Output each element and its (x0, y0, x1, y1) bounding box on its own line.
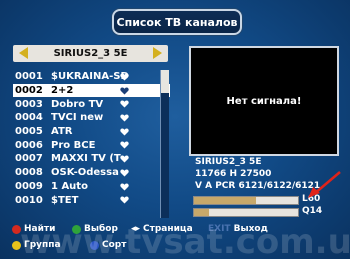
satellite-name: SIRIUS2_3 5E (53, 48, 128, 59)
channel-name: MAXXI TV (T (51, 153, 121, 165)
channel-number: 0010 (15, 194, 43, 206)
channel-name: OSK-Odessa (51, 167, 119, 179)
channel-row[interactable]: 0009 1 Auto (13, 180, 170, 194)
channel-list-screen: Список ТВ каналов SIRIUS2_3 5E 0001 $UKRA… (0, 0, 350, 259)
channel-number: 0003 (15, 98, 43, 110)
channel-name: ATR (51, 126, 73, 138)
channel-name: Dobro TV (51, 98, 104, 110)
channel-row[interactable]: 0006 Pro BCE (13, 138, 170, 152)
scrollbar-thumb[interactable] (161, 70, 169, 93)
satellite-selector[interactable]: SIRIUS2_3 5E (13, 45, 168, 62)
signal-level-fill (194, 197, 257, 204)
channel-number: 0007 (15, 153, 43, 165)
info-pids: V A PCR 6121/6122/6121 (195, 181, 321, 191)
preview-window: Нет сигнала! (189, 46, 339, 156)
no-signal-message: Нет сигнала! (226, 95, 302, 107)
channel-number: 0002 (15, 85, 43, 97)
channel-row[interactable]: 0003 Dobro TV (13, 97, 170, 111)
favorite-heart-icon (120, 196, 129, 204)
channel-list: 0001 $UKRAINA-SD 0002 2+2 0003 Dobro TV 0004 TV… (13, 70, 170, 218)
favorite-heart-icon (120, 114, 129, 122)
signal-quality-label: Q14 (302, 206, 323, 216)
favorite-heart-icon (120, 141, 129, 149)
channel-row[interactable]: 0007 MAXXI TV (T (13, 152, 170, 166)
info-satellite: SIRIUS2_3 5E (195, 157, 262, 167)
channel-name: Pro BCE (51, 139, 96, 151)
channel-number: 0004 (15, 112, 43, 124)
favorite-heart-icon (120, 182, 129, 191)
info-transponder: 11766 H 27500 (195, 169, 272, 179)
favorite-heart-icon (120, 100, 129, 108)
watermark: www.tvsat.com.ua (20, 222, 350, 259)
channel-name: $TET (51, 194, 79, 206)
favorite-heart-icon (120, 169, 129, 177)
channel-number: 0008 (15, 167, 43, 179)
channel-name: $UKRAINA-SD (51, 71, 129, 83)
scrollbar[interactable] (160, 70, 169, 218)
channel-row[interactable]: 0001 $UKRAINA-SD (13, 70, 170, 84)
arrow-left-icon[interactable] (19, 47, 28, 59)
channel-row[interactable]: 0004 TVCI new (13, 111, 170, 125)
channel-name: 2+2 (51, 85, 74, 97)
channel-number: 0009 (15, 180, 43, 192)
favorite-heart-icon (120, 155, 129, 163)
favorite-heart-icon (120, 128, 129, 136)
channel-name: 1 Auto (51, 180, 88, 192)
favorite-heart-icon (120, 73, 129, 81)
page-title: Список ТВ каналов (112, 9, 242, 35)
signal-level-bar (193, 196, 299, 205)
signal-quality-fill (194, 209, 209, 216)
channel-row[interactable]: 0010 $TET (13, 193, 170, 207)
channel-number: 0006 (15, 139, 43, 151)
channel-row[interactable]: 0008 OSK-Odessa (13, 166, 170, 180)
channel-name: TVCI new (51, 112, 104, 124)
arrow-right-icon[interactable] (153, 47, 162, 59)
channel-number: 0005 (15, 126, 43, 138)
red-arrow-icon (308, 171, 341, 198)
signal-quality-bar (193, 208, 299, 217)
channel-row[interactable]: 0002 2+2 (13, 83, 170, 98)
channel-row[interactable]: 0005 ATR (13, 125, 170, 139)
channel-number: 0001 (15, 71, 43, 83)
favorite-heart-icon (120, 87, 129, 95)
